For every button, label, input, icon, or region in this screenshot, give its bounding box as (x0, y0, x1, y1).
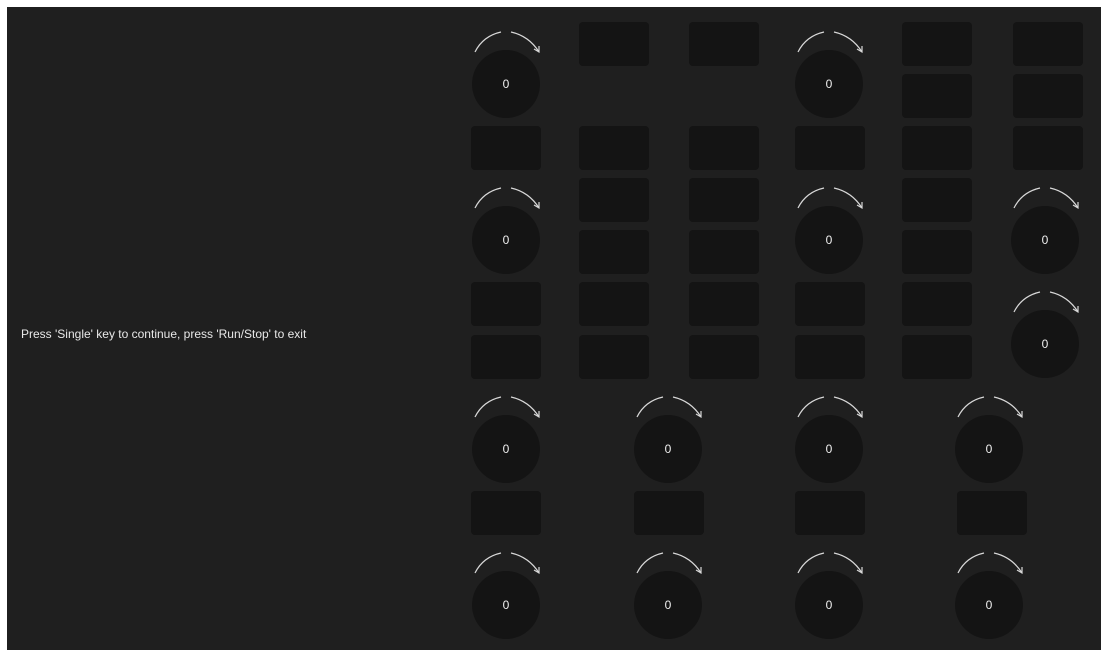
knob-dial[interactable]: 0 (472, 50, 540, 118)
knob-value: 0 (825, 442, 833, 456)
rotary-knob[interactable]: 0 (784, 22, 874, 118)
rotary-knob[interactable]: 0 (1000, 282, 1090, 378)
panel-key[interactable] (795, 126, 865, 170)
panel-key[interactable] (902, 126, 972, 170)
panel-key[interactable] (579, 335, 649, 379)
knob-dial[interactable]: 0 (955, 415, 1023, 483)
knob-dial[interactable]: 0 (795, 415, 863, 483)
knob-value: 0 (985, 598, 993, 612)
panel-key[interactable] (471, 126, 541, 170)
knob-dial[interactable]: 0 (795, 206, 863, 274)
panel-key[interactable] (689, 282, 759, 326)
knob-dial[interactable]: 0 (472, 206, 540, 274)
knob-value: 0 (825, 77, 833, 91)
panel-key[interactable] (1013, 22, 1083, 66)
knob-dial[interactable]: 0 (472, 571, 540, 639)
knob-value: 0 (502, 598, 510, 612)
panel-key[interactable] (795, 282, 865, 326)
panel-key[interactable] (634, 491, 704, 535)
panel-key[interactable] (579, 126, 649, 170)
panel-key[interactable] (471, 335, 541, 379)
panel-key[interactable] (579, 282, 649, 326)
knob-dial[interactable]: 0 (1011, 206, 1079, 274)
rotary-knob[interactable]: 0 (461, 22, 551, 118)
knob-dial[interactable]: 0 (795, 50, 863, 118)
panel-key[interactable] (902, 178, 972, 222)
panel-key[interactable] (795, 335, 865, 379)
panel-key[interactable] (471, 491, 541, 535)
knob-dial[interactable]: 0 (634, 415, 702, 483)
panel-key[interactable] (1013, 74, 1083, 118)
knob-value: 0 (1041, 233, 1049, 247)
knob-value: 0 (664, 442, 672, 456)
rotary-knob[interactable]: 0 (623, 543, 713, 639)
knob-dial[interactable]: 0 (955, 571, 1023, 639)
rotary-knob[interactable]: 0 (461, 543, 551, 639)
panel-key[interactable] (795, 491, 865, 535)
panel-key[interactable] (689, 126, 759, 170)
panel-key[interactable] (579, 178, 649, 222)
knob-value: 0 (502, 233, 510, 247)
rotary-knob[interactable]: 0 (944, 543, 1034, 639)
panel-key[interactable] (902, 335, 972, 379)
rotary-knob[interactable]: 0 (944, 387, 1034, 483)
scope-screen: Press 'Single' key to continue, press 'R… (7, 7, 1101, 650)
panel-key[interactable] (1013, 126, 1083, 170)
rotary-knob[interactable]: 0 (623, 387, 713, 483)
panel-key[interactable] (902, 22, 972, 66)
rotary-knob[interactable]: 0 (784, 178, 874, 274)
knob-value: 0 (502, 77, 510, 91)
knob-value: 0 (825, 233, 833, 247)
knob-value: 0 (985, 442, 993, 456)
instruction-text: Press 'Single' key to continue, press 'R… (21, 327, 307, 341)
knob-dial[interactable]: 0 (795, 571, 863, 639)
rotary-knob[interactable]: 0 (461, 178, 551, 274)
knob-dial[interactable]: 0 (472, 415, 540, 483)
panel-key[interactable] (689, 335, 759, 379)
knob-value: 0 (1041, 337, 1049, 351)
knob-dial[interactable]: 0 (1011, 310, 1079, 378)
panel-key[interactable] (902, 230, 972, 274)
panel-key[interactable] (689, 22, 759, 66)
rotary-knob[interactable]: 0 (1000, 178, 1090, 274)
rotary-knob[interactable]: 0 (461, 387, 551, 483)
rotary-knob[interactable]: 0 (784, 387, 874, 483)
panel-key[interactable] (689, 178, 759, 222)
knob-value: 0 (825, 598, 833, 612)
rotary-knob[interactable]: 0 (784, 543, 874, 639)
knob-dial[interactable]: 0 (634, 571, 702, 639)
panel-key[interactable] (579, 230, 649, 274)
panel-key[interactable] (689, 230, 759, 274)
knob-value: 0 (664, 598, 672, 612)
panel-key[interactable] (902, 282, 972, 326)
panel-key[interactable] (902, 74, 972, 118)
panel-key[interactable] (579, 22, 649, 66)
panel-key[interactable] (471, 282, 541, 326)
knob-value: 0 (502, 442, 510, 456)
panel-key[interactable] (957, 491, 1027, 535)
